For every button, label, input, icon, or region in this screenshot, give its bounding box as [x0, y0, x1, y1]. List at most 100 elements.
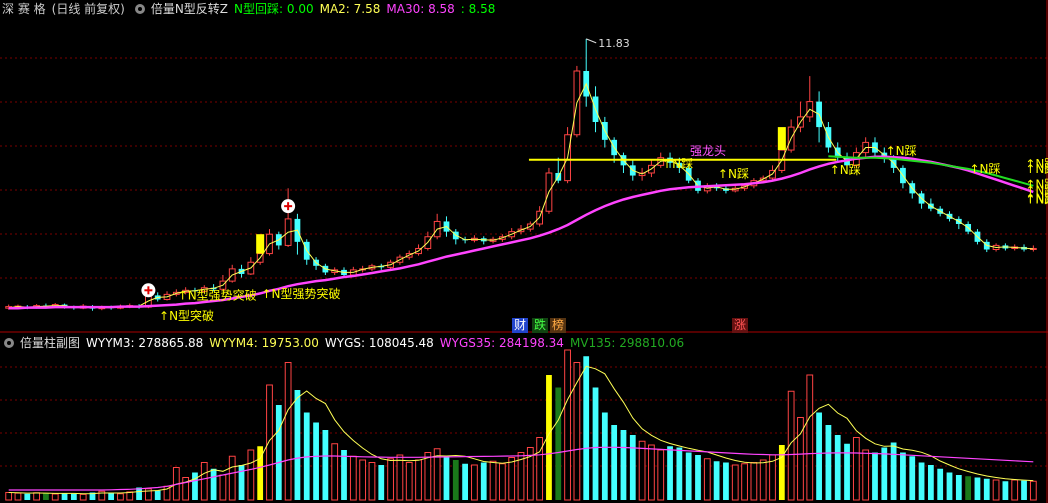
volume-bar	[415, 459, 422, 501]
volume-bar	[219, 474, 227, 501]
volume-bar	[331, 443, 339, 501]
volume-bar	[117, 493, 124, 501]
volume-bar	[638, 440, 646, 501]
volume-bar	[657, 449, 665, 501]
volume-bar	[703, 458, 711, 501]
volume-bar	[284, 362, 292, 501]
volume-bar	[1011, 479, 1019, 501]
volume-bar	[378, 465, 385, 500]
volume-bar	[713, 461, 720, 500]
volume-bar	[564, 349, 571, 501]
signal-label-6: ↑N踩	[886, 144, 917, 158]
volume-bar	[731, 464, 739, 501]
volume-bar	[108, 493, 115, 500]
max-price-label: 11.83	[598, 37, 630, 50]
volume-bar	[983, 478, 990, 500]
volume-bar	[359, 459, 367, 501]
volume-bar	[471, 464, 478, 501]
volume-bar-green	[965, 476, 972, 500]
volume-bar	[685, 452, 692, 500]
event-tag-2[interactable]: 榜	[550, 318, 567, 333]
breakout-candle-1	[777, 127, 786, 151]
signal-label-13: ↑N踩	[1025, 177, 1048, 191]
volume-bar	[489, 460, 497, 501]
volume-bar	[79, 493, 87, 501]
volume-bar	[154, 490, 161, 500]
volume-bar	[937, 468, 944, 500]
event-tag-3[interactable]: 涨	[732, 318, 749, 333]
event-tag-0[interactable]: 财	[512, 318, 529, 333]
volume-bar	[480, 462, 487, 500]
signal-label-3: ↑N踩	[662, 157, 693, 171]
volume-bar	[620, 430, 627, 500]
volume-bar-green	[43, 493, 49, 500]
signal-label-pink: 强龙头	[690, 144, 726, 158]
volume-bar-green	[555, 387, 562, 500]
volume-bar	[900, 452, 906, 500]
volume-bar	[275, 405, 282, 500]
chart-canvas[interactable]: 11.83↑N型突破↑N型强势突破 ↑N型强势突破↑N踩↑N踩 ↑N踩↑N踩↑N踩 ↑…	[0, 0, 1048, 503]
signal-label-12: ↑N踩	[1025, 162, 1048, 176]
volume-bar	[462, 463, 468, 500]
volume-bar	[881, 447, 888, 500]
volume-bar	[200, 462, 208, 501]
volume-bar	[368, 462, 376, 501]
event-tag-1[interactable]: 跌	[532, 318, 549, 333]
volume-bar	[667, 446, 673, 500]
volume-bar	[5, 492, 13, 501]
volume-bar	[247, 449, 255, 501]
volume-bar	[741, 463, 748, 501]
signal-label-2: ↑N型强势突破	[261, 286, 340, 301]
volume-bar	[387, 458, 394, 501]
volume-bar	[872, 452, 878, 500]
volume-bar	[806, 374, 814, 501]
volume-bar	[266, 384, 273, 501]
volume-bar	[583, 356, 590, 500]
volume-bar	[759, 459, 767, 501]
volume-bar	[834, 435, 841, 500]
volume-bar	[1021, 480, 1027, 500]
volume-bar	[676, 447, 683, 500]
volume-bar	[629, 435, 636, 500]
volume-bar	[592, 387, 599, 500]
volume-bar	[909, 456, 916, 500]
volume-bar	[750, 462, 758, 501]
max-price-pointer	[586, 38, 597, 44]
volume-bar	[294, 390, 301, 500]
volume-bar	[443, 456, 450, 500]
volume-bar	[1002, 481, 1009, 500]
volume-bar	[349, 455, 357, 501]
signal-label-5: ↑N踩	[830, 163, 861, 177]
volume-bar	[14, 492, 22, 501]
volume-bar	[33, 492, 40, 501]
volume-bar	[852, 437, 860, 501]
volume-bar	[955, 475, 962, 500]
signal-label-4: ↑N踩	[718, 167, 749, 181]
volume-bar	[927, 465, 934, 500]
volume-bar	[816, 412, 822, 500]
volume-bar	[24, 493, 31, 500]
volume-bar	[974, 477, 981, 500]
volume-bar	[70, 493, 77, 500]
volume-bar	[322, 430, 329, 500]
volume-bar-green	[452, 460, 459, 500]
breakout-candle-0	[256, 234, 265, 254]
volume-bar	[508, 457, 516, 501]
volume-bar	[424, 452, 432, 501]
volume-bar	[61, 493, 68, 500]
volume-bar	[723, 462, 729, 500]
volume-bar	[341, 450, 347, 500]
volume-bar	[498, 463, 506, 501]
volume-bar	[228, 455, 236, 501]
volume-bar	[405, 462, 413, 501]
volume-bar	[946, 472, 953, 500]
volume-bar	[825, 425, 832, 500]
signal-label-7: ↑N踩	[969, 162, 1000, 176]
signal-label-1: ↑N型强势突破	[178, 287, 257, 302]
signal-label-11: ↑N踩	[1025, 192, 1048, 206]
volume-bar	[890, 442, 897, 500]
ma2-line	[8, 82, 1034, 309]
volume-bar	[992, 479, 1000, 501]
volume-bar	[695, 455, 701, 500]
volume-bar	[192, 472, 198, 500]
